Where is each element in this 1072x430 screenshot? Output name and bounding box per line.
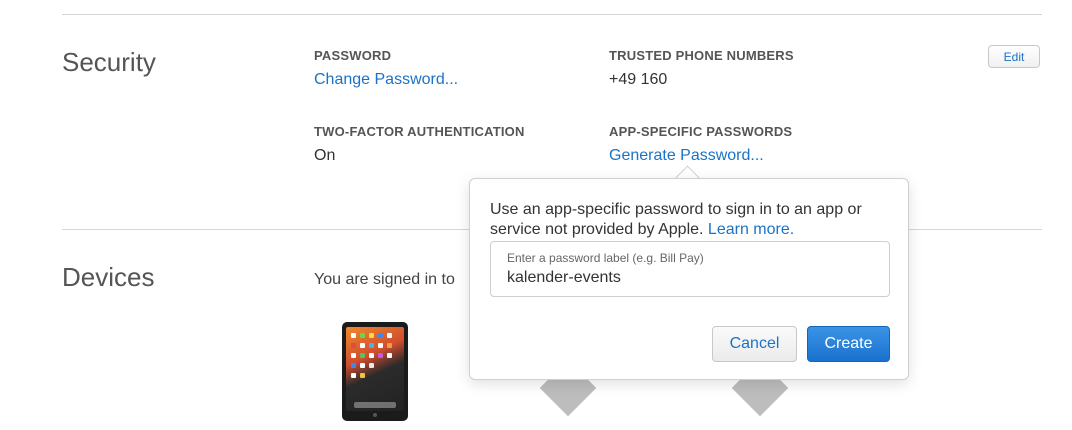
ipad-screen (346, 327, 404, 411)
learn-more-link[interactable]: Learn more. (708, 221, 794, 238)
password-label: PASSWORD (314, 48, 392, 63)
change-password-link[interactable]: Change Password... (314, 71, 458, 89)
app-passwords-label: APP-SPECIFIC PASSWORDS (609, 124, 793, 139)
popover-description: Use an app-specific password to sign in … (490, 200, 890, 240)
popover-description-text: Use an app-specific password to sign in … (490, 201, 862, 238)
security-title: Security (62, 47, 156, 77)
password-label-input-value[interactable]: kalender-events (507, 269, 621, 287)
ipad-device-icon[interactable] (342, 322, 408, 421)
trusted-phone-value: +49 160 (609, 71, 668, 88)
two-factor-value: On (314, 147, 336, 164)
generate-password-popover: Use an app-specific password to sign in … (469, 178, 909, 380)
ipad-dock (354, 402, 396, 408)
create-button[interactable]: Create (807, 326, 890, 362)
edit-button[interactable]: Edit (988, 45, 1040, 68)
trusted-phone-label: TRUSTED PHONE NUMBERS (609, 48, 794, 63)
password-label-input[interactable]: Enter a password label (e.g. Bill Pay) k… (490, 241, 890, 297)
password-label-input-placeholder: Enter a password label (e.g. Bill Pay) (507, 251, 704, 265)
ipad-home-indicator (373, 413, 377, 417)
two-factor-label: TWO-FACTOR AUTHENTICATION (314, 124, 525, 139)
devices-signed-in-text: You are signed in to (314, 271, 455, 288)
cancel-button[interactable]: Cancel (712, 326, 797, 362)
top-divider (62, 14, 1042, 15)
devices-title: Devices (62, 262, 155, 292)
generate-password-link[interactable]: Generate Password... (609, 147, 764, 165)
